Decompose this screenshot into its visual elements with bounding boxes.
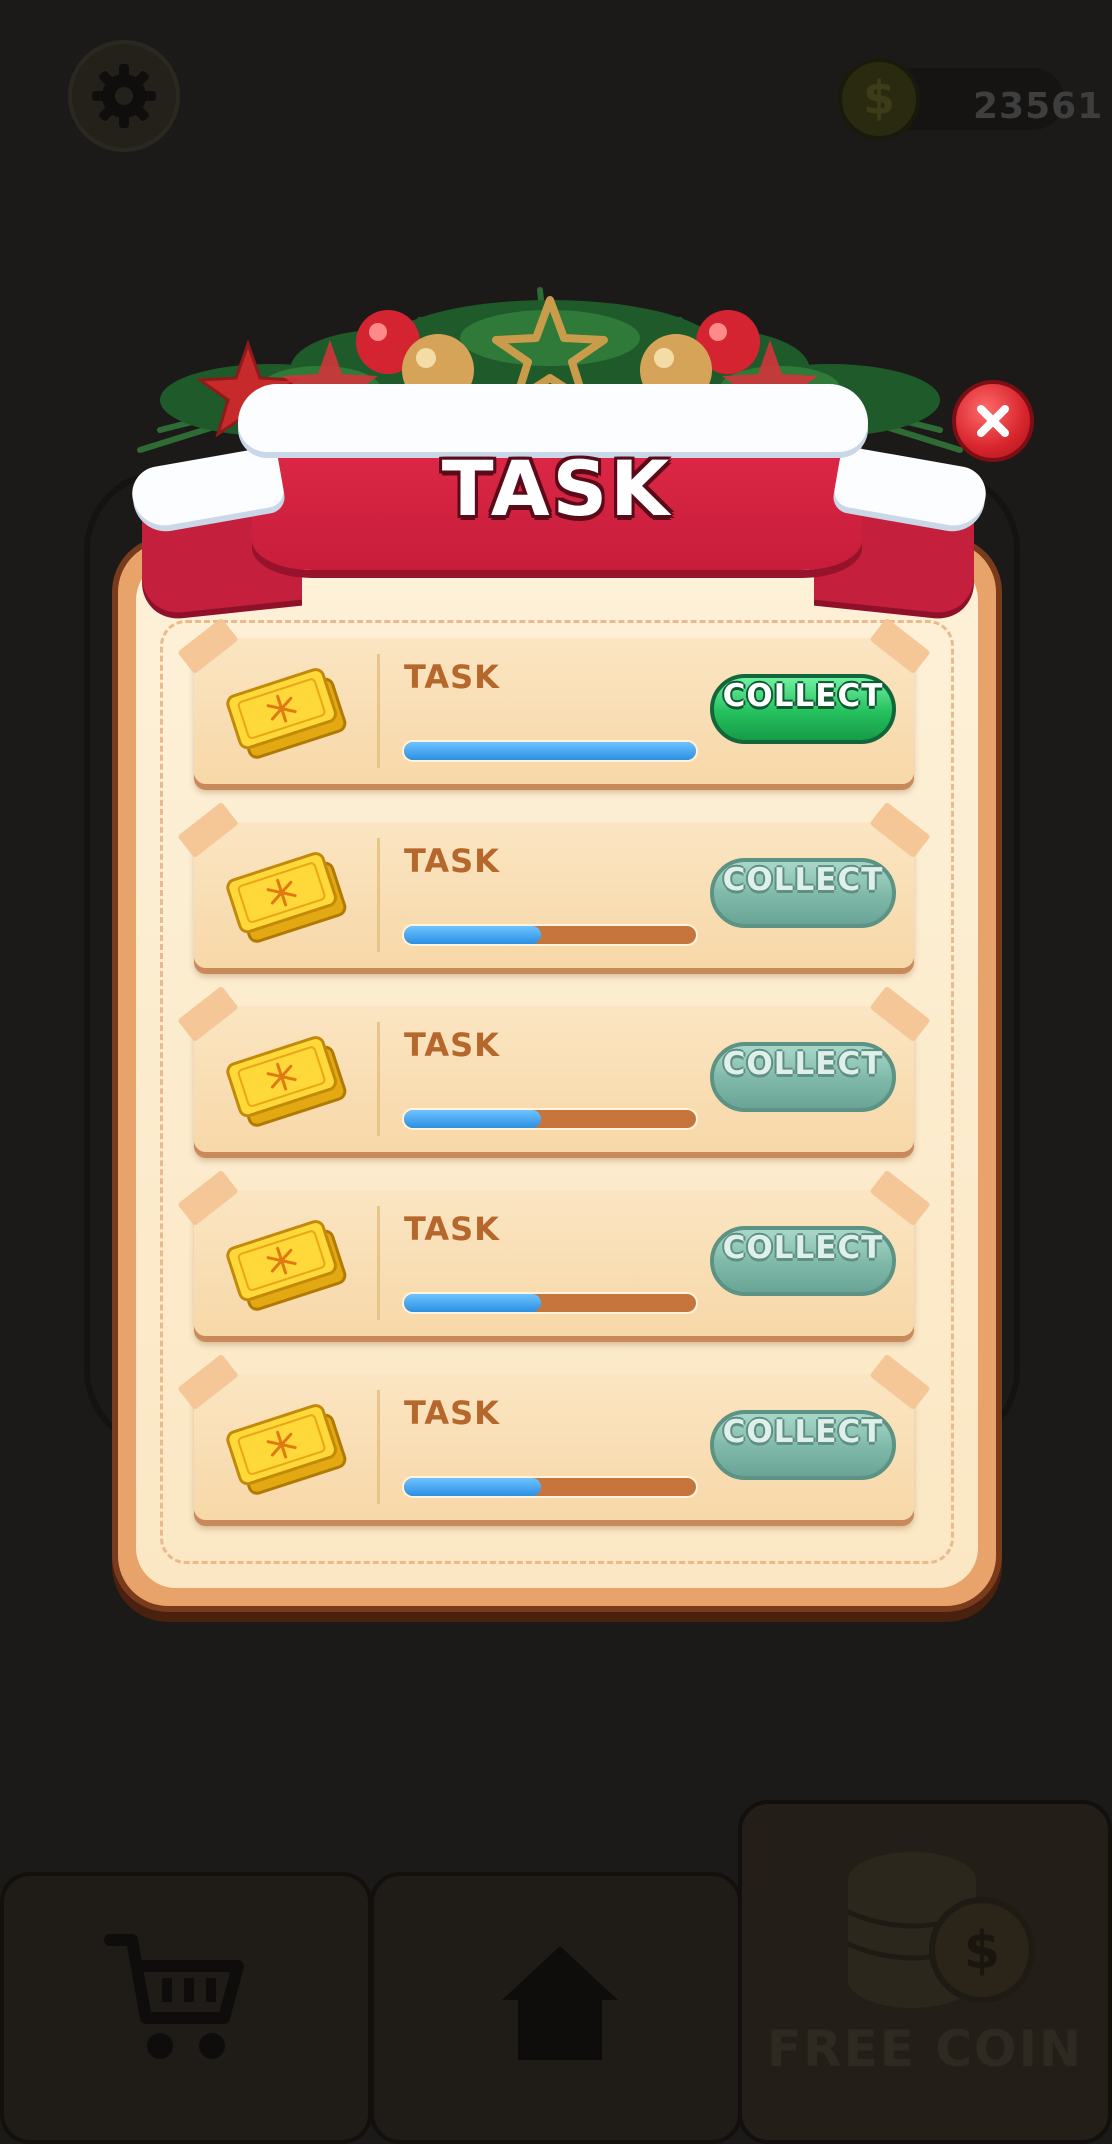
progress-fill	[404, 742, 696, 760]
task-title: TASK	[404, 1210, 500, 1248]
snow-top	[238, 384, 868, 452]
coin-count: 23561	[973, 86, 1104, 127]
task-progress-bar	[402, 924, 698, 946]
gear-icon	[92, 64, 156, 128]
golden-ticket-icon	[226, 1036, 347, 1127]
home-icon	[502, 1946, 618, 2060]
panel-title: TASK	[441, 444, 673, 533]
golden-ticket-icon	[226, 668, 347, 759]
svg-text:$: $	[964, 1921, 1000, 1981]
task-row: TASK COLLECT	[177, 985, 931, 1152]
collect-button[interactable]: COLLECT	[710, 858, 896, 928]
collect-button[interactable]: COLLECT	[710, 1410, 896, 1480]
collect-button[interactable]: COLLECT	[710, 1042, 896, 1112]
task-progress-bar	[402, 1108, 698, 1130]
progress-fill	[404, 1478, 542, 1496]
close-icon	[977, 405, 1009, 437]
task-title: TASK	[404, 1394, 500, 1432]
golden-ticket-icon	[226, 852, 347, 943]
progress-fill	[404, 1294, 542, 1312]
progress-fill	[404, 1110, 542, 1128]
coin-balance: 23561 $	[838, 58, 1102, 140]
collect-button[interactable]: COLLECT	[710, 674, 896, 744]
dollar-coin-icon: $	[838, 58, 920, 140]
task-row: TASK COLLECT	[177, 1353, 931, 1520]
task-progress-bar	[402, 1476, 698, 1498]
progress-fill	[404, 926, 542, 944]
golden-ticket-icon	[226, 1404, 347, 1495]
nav-shop[interactable]	[0, 1872, 372, 2144]
nav-home[interactable]	[370, 1872, 742, 2144]
task-row: TASK COLLECT	[177, 1169, 931, 1336]
task-title: TASK	[404, 1026, 500, 1064]
task-title: TASK	[404, 842, 500, 880]
collect-button[interactable]: COLLECT	[710, 1226, 896, 1296]
settings-button[interactable]	[68, 40, 180, 152]
task-progress-bar	[402, 1292, 698, 1314]
task-title: TASK	[404, 658, 500, 696]
golden-ticket-icon	[226, 1220, 347, 1311]
task-row: TASK COLLECT	[177, 617, 931, 784]
free-coin-label: FREE COIN	[766, 2020, 1084, 2078]
nav-free-coin[interactable]: $ FREE COIN	[738, 1800, 1112, 2144]
coin-stack-icon: $	[846, 1852, 1035, 2008]
close-button[interactable]	[952, 380, 1034, 462]
shopping-cart-icon	[104, 1934, 244, 2059]
task-row: TASK COLLECT	[177, 801, 931, 968]
task-progress-bar	[402, 740, 698, 762]
